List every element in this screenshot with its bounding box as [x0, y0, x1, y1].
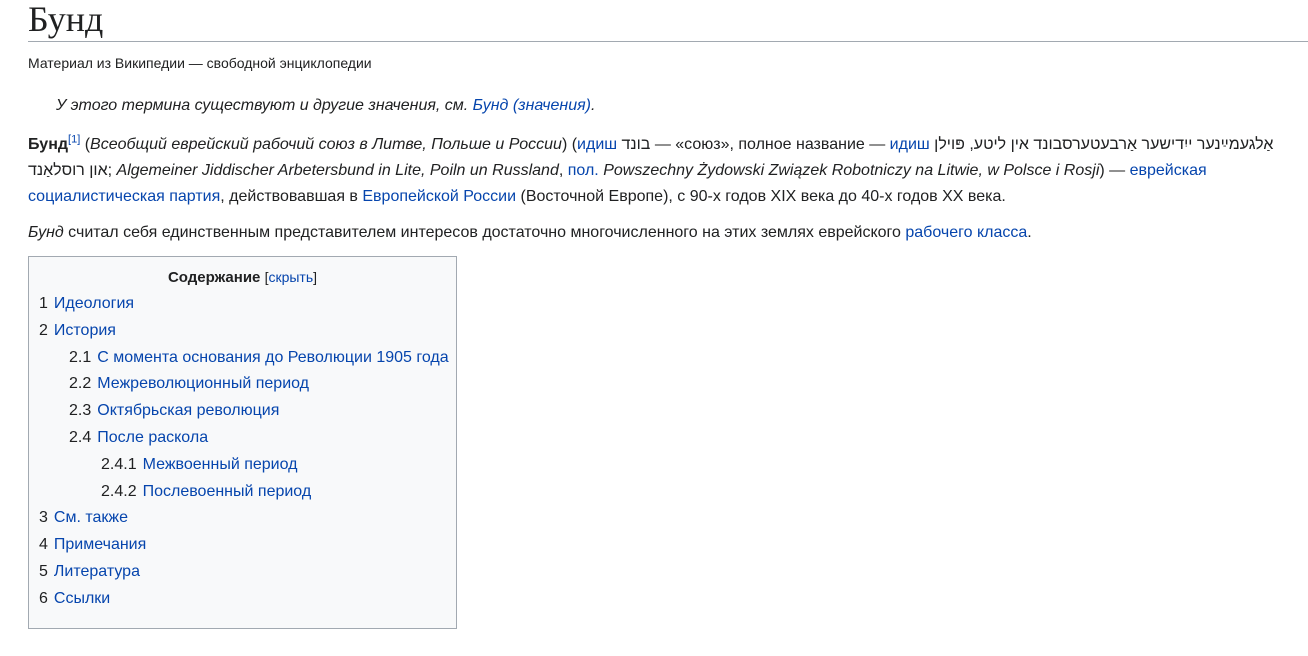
toc-bracket: ] — [313, 269, 318, 285]
toc-item-number: 2.4.1 — [101, 455, 137, 473]
term-bold: Бунд — [28, 136, 69, 153]
hatnote-suffix: . — [590, 97, 596, 114]
toc-item[interactable]: 2.4.2 Послевоенный период — [29, 479, 456, 506]
site-subtitle: Материал из Википедии — свободной энцикл… — [28, 55, 372, 71]
toc-item[interactable]: 2.3 Октябрьская революция — [29, 398, 456, 425]
toc-item-link[interactable]: История — [54, 322, 116, 339]
toc-item[interactable]: 2.1 С момента основания до Революции 1905… — [29, 345, 456, 372]
toc-toggle: [скрыть] — [265, 269, 317, 285]
toc-header: Содержание [скрыть] — [29, 269, 456, 291]
transliteration-italic: Algemeiner Jiddischer Arbetersbund in Li… — [116, 162, 559, 179]
text-span: (Восточной Европе), с 90-х годов XIX век… — [516, 188, 1006, 205]
toc-item-link[interactable]: После раскола — [97, 429, 208, 446]
toc-item-number: 5 — [39, 562, 48, 580]
table-of-contents: Содержание [скрыть] 1 Идеология 2 История 2.… — [28, 256, 457, 629]
term-italic: Бунд — [28, 224, 64, 241]
toc-item-number: 2.2 — [69, 375, 92, 393]
toc-item-link[interactable]: Идеология — [54, 295, 134, 312]
toc-item-number: 2.4.2 — [101, 482, 137, 500]
polish-link[interactable]: пол. — [568, 162, 599, 179]
toc-item-link[interactable]: Межреволюционный период — [97, 375, 309, 392]
text-span: , действовавшая в — [220, 188, 363, 205]
toc-item-number: 2.1 — [69, 348, 92, 366]
toc-item-link[interactable]: Послевоенный период — [143, 483, 312, 500]
hatnote: У этого термина существуют и другие знач… — [56, 97, 595, 115]
toc-hide-link[interactable]: скрыть — [268, 269, 313, 285]
toc-item-number: 6 — [39, 589, 48, 607]
text-span: ( — [80, 136, 91, 153]
text-span: считал себя единственным представителем … — [63, 224, 906, 241]
full-name-italic: Всеобщий еврейский рабочий союз в Литве,… — [90, 136, 562, 153]
toc-item-link[interactable]: С момента основания до Революции 1905 го… — [97, 349, 448, 366]
text-span: . — [1027, 224, 1032, 241]
toc-item-link[interactable]: Октябрьская революция — [97, 402, 279, 419]
toc-item-number: 1 — [39, 295, 48, 312]
yiddish-link[interactable]: идиш — [577, 136, 617, 153]
text-span: ; — [107, 162, 117, 179]
page-title: Бунд — [28, 0, 1308, 42]
toc-item[interactable]: 2.4.1 Межвоенный период — [29, 452, 456, 479]
toc-item-number: 2 — [39, 321, 48, 339]
toc-item-number: 2.4 — [69, 428, 92, 446]
text-span: — «союз», полное название — — [650, 136, 890, 153]
yiddish-link-2[interactable]: идиш — [890, 136, 930, 153]
lead-paragraph-2: Бунд считал себя единственным представит… — [28, 220, 1290, 246]
yiddish-short: בונד — [621, 136, 651, 153]
toc-item-link[interactable]: Межвоенный период — [143, 456, 298, 473]
lead-paragraph-1: Бунд[1] (Всеобщий еврейский рабочий союз… — [28, 132, 1290, 210]
article-lead: Бунд[1] (Всеобщий еврейский рабочий союз… — [28, 132, 1290, 256]
toc-item[interactable]: 1 Идеология — [29, 291, 456, 318]
toc-item-number: 3 — [39, 509, 48, 527]
toc-item[interactable]: 5 Литература — [29, 559, 456, 586]
hatnote-text: У этого термина существуют и другие знач… — [56, 97, 473, 114]
disambiguation-link[interactable]: Бунд (значения) — [473, 97, 591, 114]
european-russia-link[interactable]: Европейской России — [362, 188, 516, 205]
toc-item[interactable]: 3 См. также — [29, 505, 456, 532]
polish-name-italic: Powszechny Żydowski Związek Robotniczy n… — [603, 162, 1100, 179]
toc-item[interactable]: 2.4 После раскола — [29, 425, 456, 452]
toc-item-link[interactable]: Ссылки — [54, 590, 110, 607]
text-span: , — [558, 162, 568, 179]
text-span: ) — — [1099, 162, 1130, 179]
toc-title: Содержание — [167, 269, 261, 286]
toc-list: 1 Идеология 2 История 2.1 С момента основания… — [29, 291, 456, 613]
text-span: ) ( — [561, 136, 578, 153]
toc-item[interactable]: 6 Ссылки — [29, 586, 456, 613]
toc-item-link[interactable]: См. также — [54, 509, 128, 526]
toc-item-link[interactable]: Примечания — [54, 536, 146, 553]
toc-item-number: 2.3 — [69, 402, 92, 420]
toc-item-link[interactable]: Литература — [54, 563, 140, 580]
toc-item[interactable]: 4 Примечания — [29, 532, 456, 559]
toc-item[interactable]: 2.2 Межреволюционный период — [29, 371, 456, 398]
toc-item[interactable]: 2 История — [29, 318, 456, 345]
toc-item-number: 4 — [39, 536, 48, 554]
reference-link[interactable]: [1] — [68, 134, 80, 146]
working-class-link[interactable]: рабочего класса — [905, 224, 1027, 241]
